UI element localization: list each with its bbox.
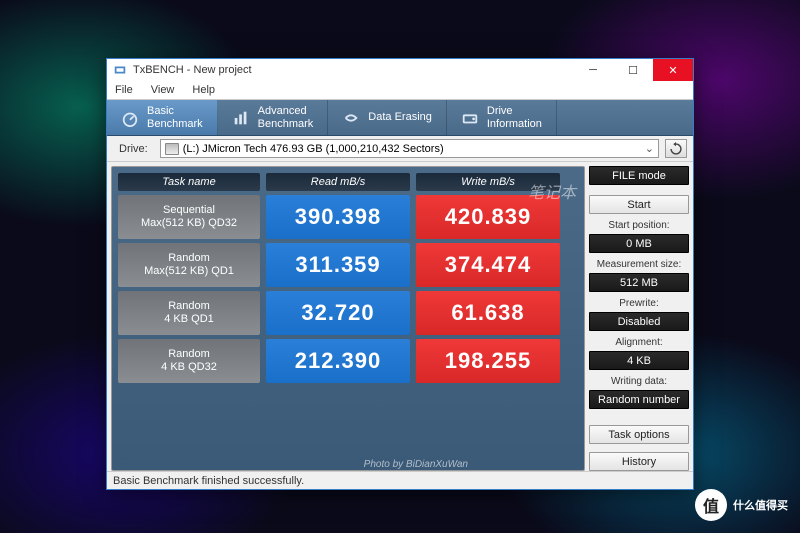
erase-icon <box>342 109 360 127</box>
drive-label: Drive: <box>113 143 154 155</box>
refresh-button[interactable] <box>665 139 687 158</box>
tab-advanced-benchmark[interactable]: AdvancedBenchmark <box>218 100 329 135</box>
bars-icon <box>232 109 250 127</box>
start-position-label: Start position: <box>589 218 689 232</box>
write-value: 420.839 <box>416 195 560 239</box>
results-header: Task name Read mB/s Write mB/s <box>118 173 578 191</box>
task-sequential-qd32[interactable]: SequentialMax(512 KB) QD32 <box>118 195 260 239</box>
badge-text: 什么值得买 <box>733 497 788 513</box>
gauge-icon <box>121 109 139 127</box>
task-random-4kb-qd32[interactable]: Random4 KB QD32 <box>118 339 260 383</box>
app-icon <box>113 63 127 77</box>
result-row: RandomMax(512 KB) QD1 311.359 374.474 <box>118 243 578 287</box>
app-window: TxBENCH - New project ─ ☐ ✕ File View He… <box>106 58 694 490</box>
badge-icon: 值 <box>695 489 727 521</box>
tab-data-erasing[interactable]: Data Erasing <box>328 100 447 135</box>
task-random-4kb-qd1[interactable]: Random4 KB QD1 <box>118 291 260 335</box>
read-value: 390.398 <box>266 195 410 239</box>
minimize-button[interactable]: ─ <box>573 59 613 81</box>
read-value: 311.359 <box>266 243 410 287</box>
menu-bar: File View Help <box>107 81 693 100</box>
prewrite-label: Prewrite: <box>589 296 689 310</box>
hdd-icon <box>165 143 179 155</box>
content-area: 笔记本 Task name Read mB/s Write mB/s Seque… <box>107 162 693 471</box>
close-button[interactable]: ✕ <box>653 59 693 81</box>
drive-select[interactable]: (L:) JMicron Tech 476.93 GB (1,000,210,4… <box>160 139 659 158</box>
side-panel: FILE mode Start Start position: 0 MB Mea… <box>589 166 689 471</box>
file-mode-button[interactable]: FILE mode <box>589 166 689 185</box>
alignment-label: Alignment: <box>589 335 689 349</box>
writing-data-value[interactable]: Random number <box>589 390 689 409</box>
measurement-size-value[interactable]: 512 MB <box>589 273 689 292</box>
results-panel: 笔记本 Task name Read mB/s Write mB/s Seque… <box>111 166 585 471</box>
tab-basic-benchmark[interactable]: BasicBenchmark <box>107 100 218 135</box>
writing-data-label: Writing data: <box>589 374 689 388</box>
task-options-button[interactable]: Task options <box>589 425 689 444</box>
measurement-size-label: Measurement size: <box>589 257 689 271</box>
history-button[interactable]: History <box>589 452 689 471</box>
window-title: TxBENCH - New project <box>133 64 573 76</box>
header-task: Task name <box>118 173 260 191</box>
header-write: Write mB/s <box>416 173 560 191</box>
read-value: 32.720 <box>266 291 410 335</box>
chevron-down-icon: ⌄ <box>645 142 654 155</box>
start-button[interactable]: Start <box>589 195 689 214</box>
result-row: Random4 KB QD1 32.720 61.638 <box>118 291 578 335</box>
drive-selected-text: (L:) JMicron Tech 476.93 GB (1,000,210,4… <box>183 143 444 155</box>
tab-bar: BasicBenchmark AdvancedBenchmark Data Er… <box>107 100 693 136</box>
maximize-button[interactable]: ☐ <box>613 59 653 81</box>
result-row: SequentialMax(512 KB) QD32 390.398 420.8… <box>118 195 578 239</box>
drive-icon <box>461 109 479 127</box>
tab-drive-information[interactable]: DriveInformation <box>447 100 557 135</box>
read-value: 212.390 <box>266 339 410 383</box>
write-value: 374.474 <box>416 243 560 287</box>
smzdm-badge: 值 什么值得买 <box>695 489 788 521</box>
status-bar: Basic Benchmark finished successfully. <box>107 471 693 489</box>
write-value: 198.255 <box>416 339 560 383</box>
result-row: Random4 KB QD32 212.390 198.255 <box>118 339 578 383</box>
photo-credit: Photo by BiDianXuWan <box>364 459 468 470</box>
titlebar[interactable]: TxBENCH - New project ─ ☐ ✕ <box>107 59 693 81</box>
write-value: 61.638 <box>416 291 560 335</box>
header-read: Read mB/s <box>266 173 410 191</box>
start-position-value[interactable]: 0 MB <box>589 234 689 253</box>
alignment-value[interactable]: 4 KB <box>589 351 689 370</box>
menu-file[interactable]: File <box>111 84 137 96</box>
prewrite-value[interactable]: Disabled <box>589 312 689 331</box>
refresh-icon <box>669 142 683 156</box>
task-random-512kb-qd1[interactable]: RandomMax(512 KB) QD1 <box>118 243 260 287</box>
drive-row: Drive: (L:) JMicron Tech 476.93 GB (1,00… <box>107 136 693 162</box>
menu-view[interactable]: View <box>147 84 179 96</box>
menu-help[interactable]: Help <box>188 84 219 96</box>
